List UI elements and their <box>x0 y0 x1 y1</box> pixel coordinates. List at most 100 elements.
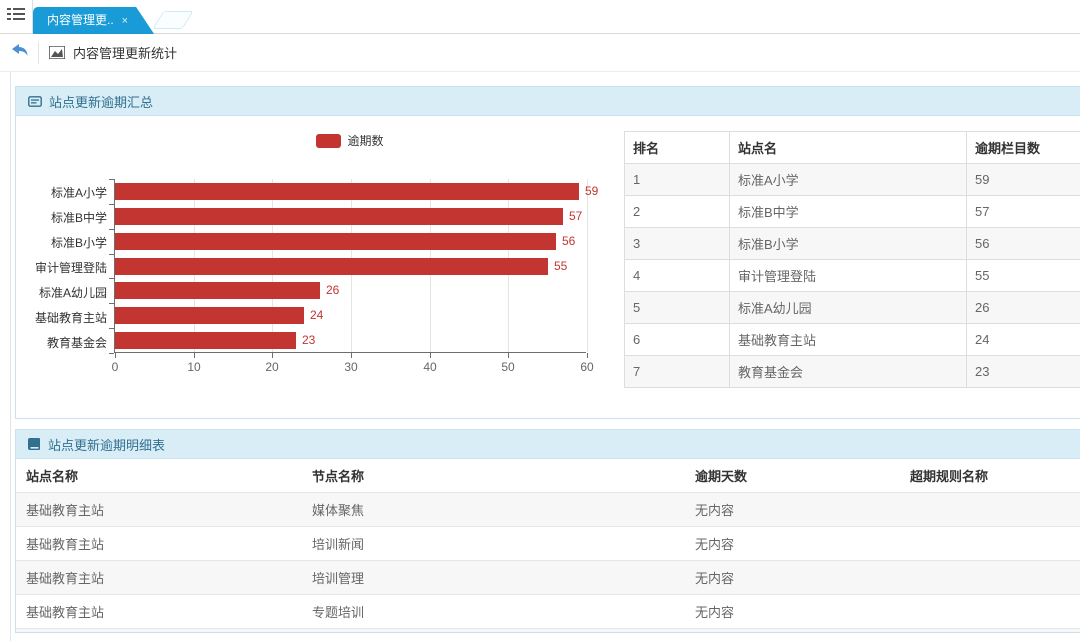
list-icon <box>28 96 42 107</box>
bar-value-label: 24 <box>310 307 323 324</box>
tab-content-management[interactable]: 内容管理更.. × <box>33 7 154 34</box>
table-cell: 26 <box>967 292 1080 324</box>
table-cell <box>900 561 1080 595</box>
column-header: 超期规则名称 <box>900 459 1080 493</box>
table-cell: 基础教育主站 <box>730 324 967 356</box>
table-cell: 3 <box>625 228 730 260</box>
table-cell: 无内容 <box>685 629 900 634</box>
bar[interactable] <box>115 282 320 299</box>
header-row: 站点名称节点名称逾期天数超期规则名称 <box>16 459 1080 493</box>
breadcrumb-bar: 内容管理更新统计 <box>0 34 1080 72</box>
y-axis-tick <box>109 254 114 255</box>
bar[interactable] <box>115 258 548 275</box>
x-axis-tick-label: 0 <box>95 360 135 374</box>
detail-panel-heading: 站点更新逾期明细表 <box>16 430 1080 459</box>
detail-panel-title: 站点更新逾期明细表 <box>48 435 165 454</box>
table-row: 2标准B中学57 <box>625 196 1080 228</box>
bar-value-label: 26 <box>326 282 339 299</box>
summary-panel-heading: 站点更新逾期汇总 <box>16 87 1080 116</box>
y-axis-tick <box>109 278 114 279</box>
bar[interactable] <box>115 233 556 250</box>
y-axis-tick <box>109 328 114 329</box>
x-axis-tick <box>194 353 195 358</box>
content-area: 站点更新逾期汇总 逾期数 0102030405060标准A小学59标准B中学57… <box>10 72 1080 641</box>
gridline <box>587 179 588 352</box>
table-cell <box>900 527 1080 561</box>
plot-area: 0102030405060标准A小学59标准B中学57标准B小学56审计管理登陆… <box>114 179 586 353</box>
chart-icon <box>49 46 65 59</box>
y-axis-tick <box>109 179 114 180</box>
back-button[interactable] <box>0 34 38 72</box>
table-row: 4审计管理登陆55 <box>625 260 1080 292</box>
table-cell: 1 <box>625 164 730 196</box>
category-label: 标准B小学 <box>17 234 107 251</box>
table-cell: 无内容 <box>685 493 900 527</box>
table-cell: 媒体聚焦 <box>302 493 685 527</box>
table-row: 7教育基金会23 <box>625 356 1080 388</box>
category-label: 审计管理登陆 <box>17 259 107 276</box>
page: 内容管理更.. × <box>0 0 1080 642</box>
tab-bar: 内容管理更.. × <box>0 0 1080 34</box>
summary-panel-title: 站点更新逾期汇总 <box>49 92 153 111</box>
table-cell: 基础教育主站 <box>16 595 302 629</box>
legend-swatch <box>316 134 341 148</box>
table-cell: 标准B小学 <box>730 228 967 260</box>
x-axis-tick-label: 50 <box>488 360 528 374</box>
table-cell: 基础教育主站 <box>16 561 302 595</box>
tab-label: 内容管理更.. <box>47 13 114 27</box>
tab-ghost-shape <box>152 11 193 29</box>
table-cell: 基础教育主站 <box>16 493 302 527</box>
bar[interactable] <box>115 208 563 225</box>
column-header: 逾期天数 <box>685 459 900 493</box>
bar[interactable] <box>115 183 579 200</box>
table-cell: 基础教育主站 <box>16 629 302 634</box>
table-row: 1标准A小学59 <box>625 164 1080 196</box>
table-cell: 基础教育主站 <box>16 527 302 561</box>
x-axis-tick-label: 60 <box>567 360 607 374</box>
category-label: 教育基金会 <box>17 334 107 351</box>
summary-panel: 站点更新逾期汇总 逾期数 0102030405060标准A小学59标准B中学57… <box>15 86 1080 419</box>
table-row: 基础教育主站培训管理无内容 <box>16 561 1080 595</box>
ranking-table: 排名站点名逾期栏目数1标准A小学592标准B中学573标准B小学564审计管理登… <box>624 131 1080 388</box>
table-row: 基础教育主站培训新闻无内容 <box>16 527 1080 561</box>
bar[interactable] <box>115 332 296 349</box>
bar-value-label: 56 <box>562 233 575 250</box>
summary-panel-body: 逾期数 0102030405060标准A小学59标准B中学57标准B小学56审计… <box>16 116 1080 418</box>
table-cell: 24 <box>967 324 1080 356</box>
x-axis-tick-label: 20 <box>252 360 292 374</box>
table-cell: 审计管理登陆 <box>730 260 967 292</box>
category-label: 标准B中学 <box>17 209 107 226</box>
tab-close-icon[interactable]: × <box>122 15 128 27</box>
bar-value-label: 23 <box>302 332 315 349</box>
x-axis-tick <box>351 353 352 358</box>
y-axis-tick <box>109 303 114 304</box>
x-axis-tick <box>430 353 431 358</box>
bar-value-label: 57 <box>569 208 582 225</box>
column-header: 站点名称 <box>16 459 302 493</box>
category-label: 标准A幼儿园 <box>17 284 107 301</box>
table-cell: 无内容 <box>685 527 900 561</box>
table-cell <box>900 629 1080 634</box>
menu-icon <box>7 7 25 26</box>
x-axis-tick <box>115 353 116 358</box>
book-icon <box>28 438 41 450</box>
column-header: 排名 <box>625 132 730 164</box>
table-cell: 7 <box>625 356 730 388</box>
x-axis-tick <box>508 353 509 358</box>
y-axis-tick <box>109 204 114 205</box>
bar-value-label: 59 <box>585 183 598 200</box>
table-cell: 教育基金会 <box>730 356 967 388</box>
chart-legend[interactable]: 逾期数 <box>114 132 586 149</box>
table-cell: 4 <box>625 260 730 292</box>
table-cell: 培训新闻 <box>302 527 685 561</box>
sidebar-toggle-button[interactable] <box>0 0 33 33</box>
table-row: 基础教育主站专题培训无内容 <box>16 595 1080 629</box>
table-row: 3标准B小学56 <box>625 228 1080 260</box>
table-row: 6基础教育主站24 <box>625 324 1080 356</box>
back-icon <box>11 43 28 62</box>
table-cell: 59 <box>967 164 1080 196</box>
page-title: 内容管理更新统计 <box>73 43 177 62</box>
bar[interactable] <box>115 307 304 324</box>
table-cell: 5 <box>625 292 730 324</box>
column-header: 站点名 <box>730 132 967 164</box>
